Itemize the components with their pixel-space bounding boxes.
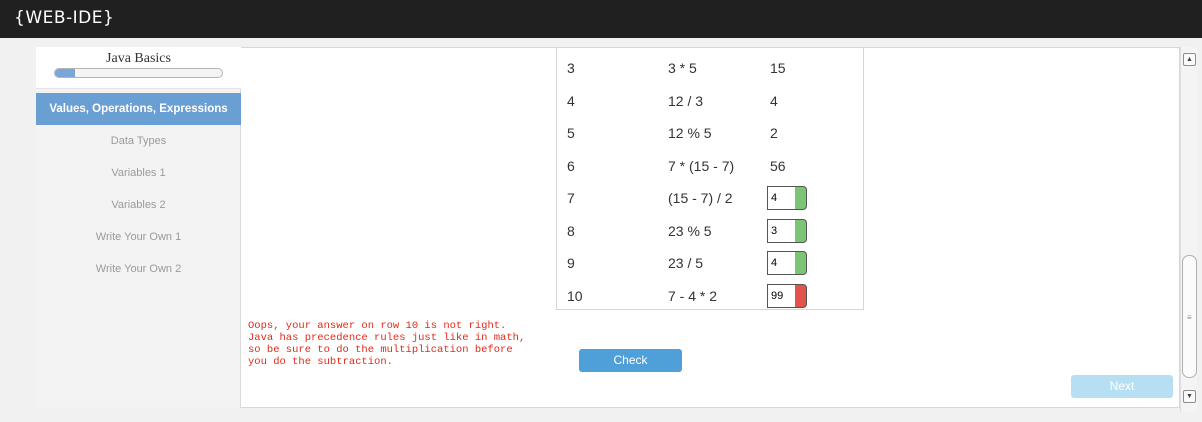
sidebar: Java Basics Values, Operations, Expressi… <box>36 47 241 408</box>
table-row: 3 3 * 5 15 <box>557 52 865 85</box>
row-result: 4 <box>770 92 778 109</box>
row-expression: 23 / 5 <box>668 255 704 271</box>
vertical-scrollbar[interactable]: ▲ ≡ ▼ <box>1180 47 1197 412</box>
course-progress-bar <box>54 68 223 78</box>
sidebar-item-data-types[interactable]: Data Types <box>36 125 241 157</box>
feedback-message: Oops, your answer on row 10 is not right… <box>248 320 526 368</box>
row-expression: 23 % 5 <box>668 222 712 239</box>
top-bar: {WEB-IDE} <box>0 0 1202 38</box>
answer-field-group <box>767 218 807 243</box>
row-number: 3 <box>567 60 575 76</box>
table-row: 6 7 * (15 - 7) 56 <box>557 150 865 183</box>
next-button[interactable]: Next <box>1071 375 1173 398</box>
table-row: 10 7 - 4 * 2 <box>557 280 865 313</box>
course-progress-fill <box>55 69 76 77</box>
correct-indicator <box>795 218 807 243</box>
expression-table: 3 3 * 5 15 4 12 / 3 4 5 12 % 5 2 6 7 * (15 - 7) 56 7… <box>556 47 864 310</box>
grip-icon: ≡ <box>1187 313 1192 322</box>
row-expression: 12 / 3 <box>668 92 704 109</box>
table-row: 5 12 % 5 2 <box>557 117 865 150</box>
table-row: 4 12 / 3 4 <box>557 85 865 118</box>
row-expression: 12 % 5 <box>668 125 712 141</box>
row-expression: 3 * 5 <box>668 60 697 76</box>
row-expression: (15 - 7) / 2 <box>668 190 733 206</box>
row-number: 4 <box>567 92 575 109</box>
row-number: 6 <box>567 157 575 174</box>
answer-field-group <box>767 186 807 210</box>
table-row: 7 (15 - 7) / 2 <box>557 182 865 215</box>
row-number: 8 <box>567 222 575 239</box>
wrong-indicator <box>795 283 807 308</box>
course-title: Java Basics <box>106 51 171 66</box>
answer-input[interactable] <box>767 218 795 243</box>
correct-indicator <box>795 186 807 210</box>
row-number: 9 <box>567 255 575 271</box>
answer-input[interactable] <box>767 251 795 275</box>
answer-input[interactable] <box>767 283 795 308</box>
correct-indicator <box>795 251 807 275</box>
answer-field-group <box>767 251 807 275</box>
scrollbar-thumb[interactable]: ≡ <box>1182 255 1197 378</box>
logo: {WEB-IDE} <box>14 8 115 28</box>
sidebar-header: Java Basics <box>36 47 241 89</box>
sidebar-item-write-your-own-2[interactable]: Write Your Own 2 <box>36 253 241 285</box>
row-number: 10 <box>567 287 583 304</box>
sidebar-item-variables-2[interactable]: Variables 2 <box>36 189 241 221</box>
chevron-down-icon[interactable]: ▼ <box>1183 390 1196 403</box>
row-result: 2 <box>770 125 778 141</box>
row-expression: 7 * (15 - 7) <box>668 157 735 174</box>
row-result: 56 <box>770 157 786 174</box>
table-row: 8 23 % 5 <box>557 215 865 248</box>
row-expression: 7 - 4 * 2 <box>668 287 718 304</box>
sidebar-item-variables-1[interactable]: Variables 1 <box>36 157 241 189</box>
row-number: 7 <box>567 190 575 206</box>
chevron-up-icon[interactable]: ▲ <box>1183 53 1196 66</box>
answer-input[interactable] <box>767 186 795 210</box>
row-number: 5 <box>567 125 575 141</box>
row-result: 15 <box>770 60 786 76</box>
answer-field-group <box>767 283 807 308</box>
sidebar-item-write-your-own-1[interactable]: Write Your Own 1 <box>36 221 241 253</box>
sidebar-item-values-operations-expressions[interactable]: Values, Operations, Expressions <box>36 93 241 125</box>
table-row: 9 23 / 5 <box>557 247 865 280</box>
check-button[interactable]: Check <box>579 349 682 372</box>
